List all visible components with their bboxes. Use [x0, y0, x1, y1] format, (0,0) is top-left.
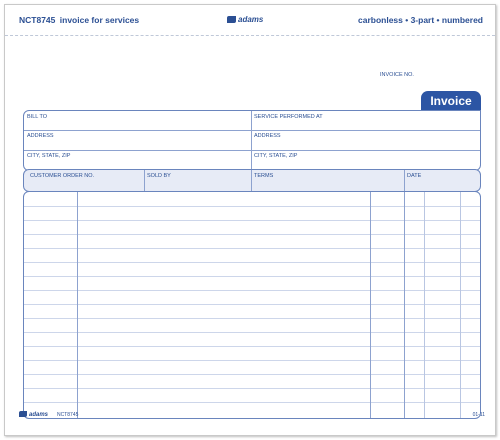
customer-order-no-field[interactable]: CUSTOMER ORDER NO. — [30, 173, 94, 179]
adams-logo-icon — [19, 411, 27, 417]
table-row[interactable] — [24, 360, 480, 361]
bill-to-field[interactable]: BILL TO — [27, 114, 47, 120]
invoice-form: NCT8745 invoice for services adams carbo… — [4, 4, 496, 436]
table-row[interactable] — [24, 374, 480, 375]
description-column-divider — [370, 192, 371, 418]
table-row[interactable] — [24, 234, 480, 235]
line-items-table — [23, 191, 481, 419]
sold-by-field[interactable]: SOLD BY — [147, 173, 171, 179]
terms-field[interactable]: TERMS — [254, 173, 273, 179]
invoice-tab: Invoice — [421, 91, 481, 111]
address-rule-2 — [24, 150, 480, 151]
rate-column-divider — [404, 192, 405, 418]
table-row[interactable] — [24, 332, 480, 333]
city-left-field[interactable]: CITY, STATE, ZIP — [27, 153, 70, 159]
order-divider-2 — [251, 170, 252, 191]
address-right-field[interactable]: ADDRESS — [254, 133, 281, 139]
table-row[interactable] — [24, 290, 480, 291]
address-rule-1 — [24, 130, 480, 131]
footer-brand-name: adams — [29, 412, 49, 418]
table-row[interactable] — [24, 346, 480, 347]
form-title: NCT8745 invoice for services — [19, 15, 139, 25]
footer-brand: adams — [19, 411, 48, 418]
table-row[interactable] — [24, 304, 480, 305]
table-row[interactable] — [24, 318, 480, 319]
address-box: BILL TO SERVICE PERFORMED AT ADDRESS ADD… — [23, 110, 481, 171]
form-description: invoice for services — [59, 15, 140, 25]
invoice-no-label: INVOICE NO. — [380, 72, 414, 78]
service-performed-at-field[interactable]: SERVICE PERFORMED AT — [254, 114, 323, 120]
amount-cents-divider — [460, 192, 461, 418]
form-spec: carbonless • 3-part • numbered — [358, 15, 483, 25]
table-row[interactable] — [24, 262, 480, 263]
brand-name: adams — [238, 15, 264, 24]
table-row[interactable] — [24, 402, 480, 403]
table-row[interactable] — [24, 220, 480, 221]
rate-cents-divider — [424, 192, 425, 418]
adams-logo-icon — [227, 16, 236, 23]
order-divider-1 — [144, 170, 145, 191]
table-row[interactable] — [24, 276, 480, 277]
order-divider-3 — [404, 170, 405, 191]
address-divider — [251, 111, 252, 170]
date-field[interactable]: DATE — [407, 173, 421, 179]
form-header: NCT8745 invoice for services adams carbo… — [5, 5, 495, 36]
brand-logo: adams — [227, 15, 263, 24]
footer-revision: 01-11 — [472, 412, 485, 418]
address-left-field[interactable]: ADDRESS — [27, 133, 54, 139]
order-info-row: CUSTOMER ORDER NO. SOLD BY TERMS DATE — [23, 169, 481, 192]
table-row[interactable] — [24, 206, 480, 207]
table-row[interactable] — [24, 248, 480, 249]
footer-form-code: NCT8745 — [57, 412, 79, 418]
form-code: NCT8745 — [19, 15, 56, 25]
qty-column-divider — [77, 192, 78, 418]
city-right-field[interactable]: CITY, STATE, ZIP — [254, 153, 297, 159]
table-row[interactable] — [24, 388, 480, 389]
